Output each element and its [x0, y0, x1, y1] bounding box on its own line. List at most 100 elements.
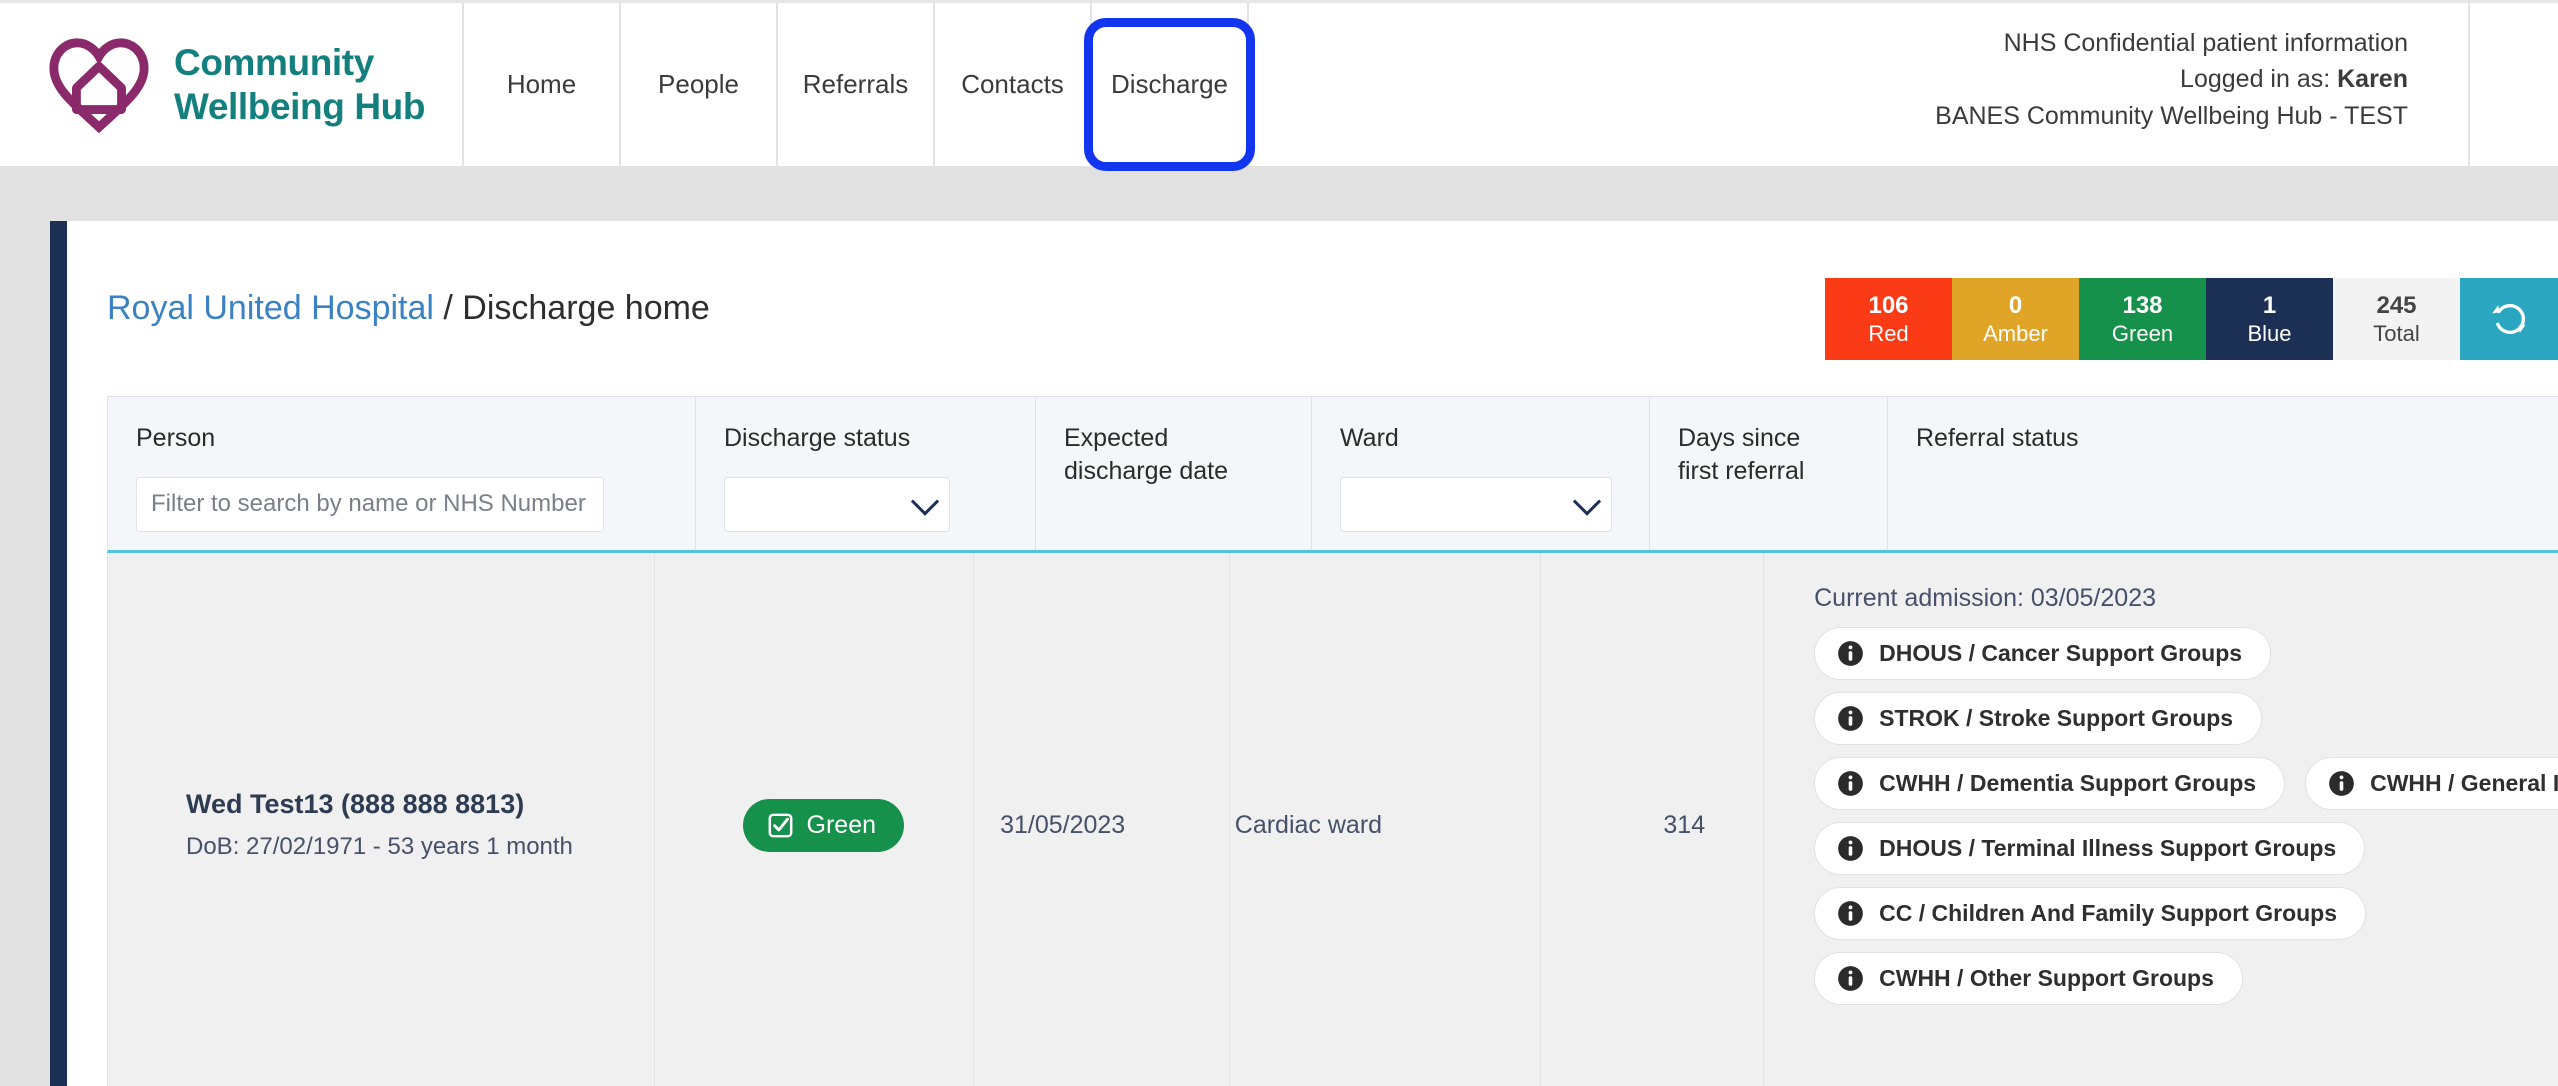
- table-header-row: Person Discharge status Expected dischar…: [107, 396, 2558, 553]
- referral-chip-row: CC / Children And Family Support Groups: [1814, 887, 2558, 940]
- referral-chip[interactable]: DHOUS / Cancer Support Groups: [1814, 627, 2271, 680]
- cell-referral-status: Current admission: 03/05/2023 DHOUS / Ca…: [1764, 553, 2558, 1086]
- nav-tab-discharge[interactable]: Discharge: [1092, 3, 1249, 166]
- nav-tab-people-label: People: [658, 69, 739, 100]
- page-body: Royal United Hospital / Discharge home 1…: [0, 166, 2558, 1086]
- days-since-first-referral-value: 314: [1663, 811, 1705, 840]
- column-days-since-first-referral: Days since first referral: [1650, 397, 1888, 550]
- chevron-down-icon: [911, 487, 939, 515]
- rag-label-green: Green: [2112, 323, 2173, 345]
- referral-chip-row: CWHH / Other Support Groups: [1814, 952, 2558, 1005]
- column-person: Person: [108, 397, 696, 550]
- heart-house-logo-icon: [44, 33, 152, 137]
- nav-tab-contacts-label: Contacts: [961, 69, 1064, 100]
- refresh-icon: [2489, 299, 2529, 339]
- nav-tab-contacts[interactable]: Contacts: [935, 3, 1092, 166]
- check-square-icon: [767, 812, 794, 839]
- column-expected-discharge-date: Expected discharge date: [1036, 397, 1312, 550]
- column-discharge-status: Discharge status: [696, 397, 1036, 550]
- info-icon: [1837, 770, 1864, 797]
- referral-chip-row: DHOUS / Cancer Support Groups: [1814, 627, 2558, 680]
- rag-label-total: Total: [2373, 323, 2419, 345]
- referral-chip-label: CWHH / Other Support Groups: [1879, 965, 2214, 992]
- brand-logo-block[interactable]: Community Wellbeing Hub: [0, 3, 464, 166]
- person-filter-input[interactable]: [136, 477, 604, 532]
- status-badge[interactable]: Green: [743, 799, 904, 852]
- referral-chip[interactable]: DHOUS / Terminal Illness Support Groups: [1814, 822, 2365, 875]
- column-referral-status: Referral status: [1888, 397, 2558, 550]
- referral-chip-label: CWHH / Dementia Support Groups: [1879, 770, 2256, 797]
- organisation-name: BANES Community Wellbeing Hub - TEST: [1935, 98, 2408, 134]
- card-header: Royal United Hospital / Discharge home 1…: [67, 221, 2558, 396]
- rag-label-amber: Amber: [1983, 323, 2048, 345]
- cell-person[interactable]: Wed Test13 (888 888 8813) DoB: 27/02/197…: [108, 553, 655, 1086]
- nav-tab-home-label: Home: [507, 69, 576, 100]
- referral-chip-label: STROK / Stroke Support Groups: [1879, 705, 2233, 732]
- referral-chip[interactable]: CWHH / Dementia Support Groups: [1814, 757, 2285, 810]
- referral-chip-label: CC / Children And Family Support Groups: [1879, 900, 2337, 927]
- current-admission-text: Current admission: 03/05/2023: [1814, 584, 2558, 613]
- column-header-expected-discharge-date: Expected discharge date: [1064, 422, 1311, 487]
- referral-chip[interactable]: CWHH / Other Support Groups: [1814, 952, 2243, 1005]
- rag-count-total: 245: [2376, 294, 2416, 318]
- nav-tab-discharge-label: Discharge: [1111, 69, 1228, 100]
- user-info-block: NHS Confidential patient information Log…: [1895, 3, 2470, 166]
- cell-discharge-status: Green: [655, 553, 975, 1086]
- brand-title: Community Wellbeing Hub: [174, 41, 425, 128]
- nav-tab-referrals[interactable]: Referrals: [778, 3, 935, 166]
- brand-title-line2: Wellbeing Hub: [174, 85, 425, 129]
- rag-status-summary: 106 Red 0 Amber 138 Green 1 Blue 245 T: [1825, 278, 2558, 360]
- expected-discharge-date-value: 31/05/2023: [1000, 811, 1125, 840]
- referral-chip-row: DHOUS / Terminal Illness Support Groups: [1814, 822, 2558, 875]
- rag-count-green: 138: [2122, 294, 2162, 318]
- breadcrumb-link-hospital[interactable]: Royal United Hospital: [107, 289, 434, 327]
- cell-days-since-first-referral: 314: [1541, 553, 1764, 1086]
- column-header-ward: Ward: [1340, 422, 1649, 455]
- rag-label-red: Red: [1868, 323, 1908, 345]
- referral-chip-label: CWHH / General Info: [2370, 770, 2558, 797]
- logged-in-line: Logged in as: Karen: [1935, 61, 2408, 97]
- info-icon: [1837, 640, 1864, 667]
- referral-chip-label: DHOUS / Cancer Support Groups: [1879, 640, 2242, 667]
- status-badge-label: Green: [807, 811, 876, 840]
- nav-tab-people[interactable]: People: [621, 3, 778, 166]
- refresh-button[interactable]: [2460, 278, 2558, 360]
- rag-cell-green[interactable]: 138 Green: [2079, 278, 2206, 360]
- table-body: Wed Test13 (888 888 8813) DoB: 27/02/197…: [107, 553, 2558, 1086]
- rag-label-blue: Blue: [2247, 323, 2291, 345]
- referral-chip-row: STROK / Stroke Support Groups: [1814, 692, 2558, 745]
- chevron-down-icon: [1573, 487, 1601, 515]
- info-icon: [1837, 705, 1864, 732]
- person-dob: DoB: 27/02/1971 - 53 years 1 month: [186, 828, 573, 866]
- column-header-person: Person: [136, 422, 695, 455]
- rag-cell-blue[interactable]: 1 Blue: [2206, 278, 2333, 360]
- referral-chip[interactable]: STROK / Stroke Support Groups: [1814, 692, 2262, 745]
- column-header-referral-status: Referral status: [1916, 422, 2558, 455]
- column-header-discharge-status: Discharge status: [724, 422, 1035, 455]
- content-card: Royal United Hospital / Discharge home 1…: [50, 221, 2558, 1086]
- referral-chip[interactable]: CWHH / General Info: [2305, 757, 2558, 810]
- rag-cell-amber[interactable]: 0 Amber: [1952, 278, 2079, 360]
- breadcrumb-separator: /: [434, 289, 462, 327]
- discharge-status-select[interactable]: [724, 477, 950, 532]
- app-header: Community Wellbeing Hub Home People Refe…: [0, 0, 2558, 166]
- breadcrumb: Royal United Hospital / Discharge home: [107, 289, 710, 328]
- nav-tab-home[interactable]: Home: [464, 3, 621, 166]
- brand-title-line1: Community: [174, 41, 425, 85]
- rag-count-amber: 0: [2009, 294, 2022, 318]
- rag-cell-red[interactable]: 106 Red: [1825, 278, 1952, 360]
- page-title: Discharge home: [462, 289, 710, 327]
- confidentiality-notice: NHS Confidential patient information: [1935, 25, 2408, 61]
- logged-in-prefix: Logged in as:: [2180, 65, 2337, 93]
- column-ward: Ward: [1312, 397, 1650, 550]
- referral-chip[interactable]: CC / Children And Family Support Groups: [1814, 887, 2366, 940]
- info-icon: [2328, 770, 2355, 797]
- info-icon: [1837, 900, 1864, 927]
- referral-chip-label: DHOUS / Terminal Illness Support Groups: [1879, 835, 2336, 862]
- rag-count-blue: 1: [2263, 294, 2276, 318]
- rag-count-red: 106: [1868, 294, 1908, 318]
- rag-cell-total[interactable]: 245 Total: [2333, 278, 2460, 360]
- ward-select[interactable]: [1340, 477, 1612, 532]
- table-row[interactable]: Wed Test13 (888 888 8813) DoB: 27/02/197…: [107, 553, 2558, 1086]
- referral-chip-row: CWHH / Dementia Support Groups CWHH / Ge…: [1814, 757, 2558, 810]
